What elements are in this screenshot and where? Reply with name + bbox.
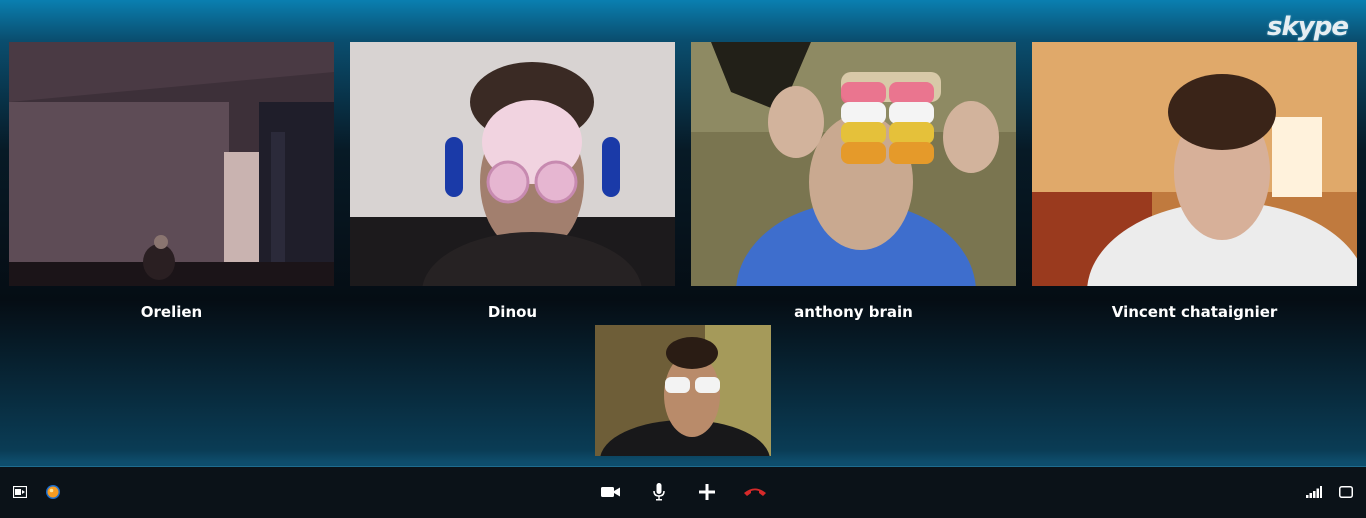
video-tile-orelien[interactable] (9, 42, 334, 286)
hang-up-icon[interactable] (742, 479, 768, 505)
microphone-icon[interactable] (646, 479, 672, 505)
participant-name-dinou: Dinou (487, 303, 538, 321)
video-feed-orelien (9, 42, 334, 286)
self-video-preview[interactable] (595, 325, 771, 456)
skype-logo: skype (1267, 12, 1349, 42)
window-toggle-icon[interactable] (1333, 479, 1359, 505)
participant-name-anthony-brain: anthony brain (794, 303, 913, 321)
video-feed-dinou (350, 42, 675, 286)
signal-strength-icon[interactable] (1301, 479, 1327, 505)
video-tile-anthony-brain[interactable] (691, 42, 1016, 286)
video-tile-vincent-chataignier[interactable] (1032, 42, 1357, 286)
participant-name-vincent-chataignier: Vincent chataignier (1111, 303, 1278, 321)
call-toolbar (0, 466, 1366, 518)
video-feed-vincent-chataignier (1032, 42, 1357, 286)
self-video-feed (595, 325, 771, 456)
video-camera-icon[interactable] (598, 479, 624, 505)
participant-name-orelien: Orelien (140, 303, 203, 321)
exit-fullscreen-icon[interactable] (7, 479, 33, 505)
video-tile-dinou[interactable] (350, 42, 675, 286)
status-orb-icon[interactable] (40, 479, 66, 505)
add-icon[interactable] (694, 479, 720, 505)
video-feed-anthony-brain (691, 42, 1016, 286)
